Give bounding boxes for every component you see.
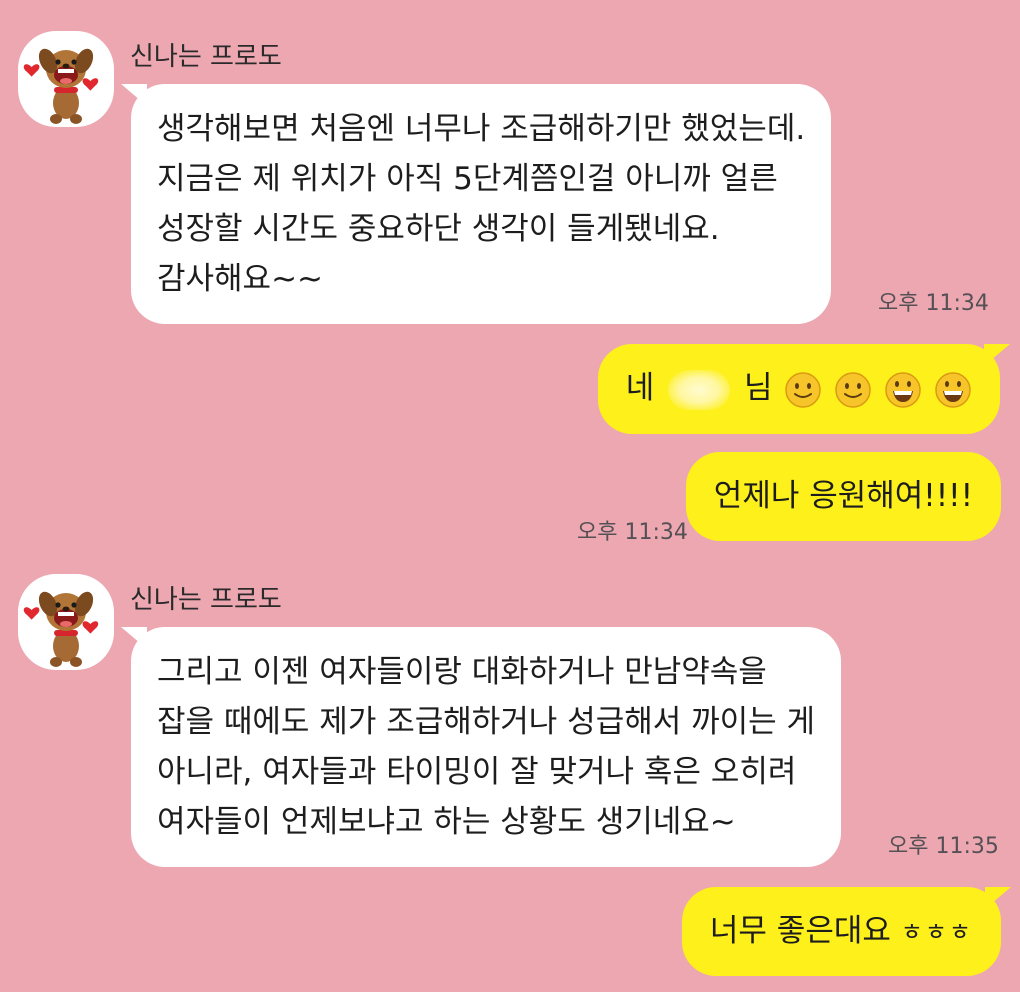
message-bubble[interactable]: 네 님 <box>597 344 1011 434</box>
message-text: 너무 좋은대요 <box>709 913 891 949</box>
sender-name: 신나는 프로도 <box>130 42 282 72</box>
sender-avatar[interactable] <box>18 31 114 127</box>
grin-icon <box>884 371 922 409</box>
frodo-dog-icon <box>23 591 99 667</box>
message-text: 네 <box>625 370 655 406</box>
message-line: 감사해요~~ <box>157 261 324 297</box>
slight-smile-icon <box>784 371 822 409</box>
message-line: 지금은 제 위치가 아직 5단계쯤인걸 아니까 얼른 <box>157 161 778 197</box>
sender-name: 신나는 프로도 <box>130 585 282 615</box>
message-bubble[interactable]: 그리고 이젠 여자들이랑 대화하거나 만남약속을 잡을 때에도 제가 조급해하거… <box>120 627 842 867</box>
slight-smile-icon <box>834 371 872 409</box>
grin-icon <box>934 371 972 409</box>
message-line: 잡을 때에도 제가 조급해하거나 성급해서 까이는 게 <box>157 704 816 740</box>
message-bubble[interactable]: 언제나 응원해여!!!! <box>685 452 1001 541</box>
message-line: 그리고 이젠 여자들이랑 대화하거나 만남약속을 <box>157 654 767 690</box>
message-line: 성장할 시간도 중요하단 생각이 들게됐네요. <box>157 211 720 247</box>
sender-avatar[interactable] <box>18 574 114 670</box>
message-text: 님 <box>744 370 773 406</box>
message-time: 오후 11:34 <box>878 291 989 316</box>
message-line: 생각해보면 처음엔 너무나 조급해하기만 했었는데. <box>157 111 806 147</box>
laugh-text: ㅎㅎㅎ <box>900 918 973 946</box>
message-time: 오후 11:35 <box>888 834 999 859</box>
message-bubble[interactable]: 너무 좋은대요 ㅎㅎㅎ <box>681 887 1012 976</box>
message-text: 언제나 응원해여!!!! <box>713 478 973 514</box>
frodo-dog-icon <box>23 48 99 124</box>
message-bubble[interactable]: 생각해보면 처음엔 너무나 조급해하기만 했었는데. 지금은 제 위치가 아직 … <box>120 84 832 324</box>
message-time: 오후 11:34 <box>577 520 688 545</box>
message-line: 여자들이 언제보냐고 하는 상황도 생기네요~ <box>157 804 736 840</box>
redacted-name <box>668 369 731 410</box>
message-line: 아니라, 여자들과 타이밍이 잘 맞거나 혹은 오히려 <box>157 754 797 790</box>
